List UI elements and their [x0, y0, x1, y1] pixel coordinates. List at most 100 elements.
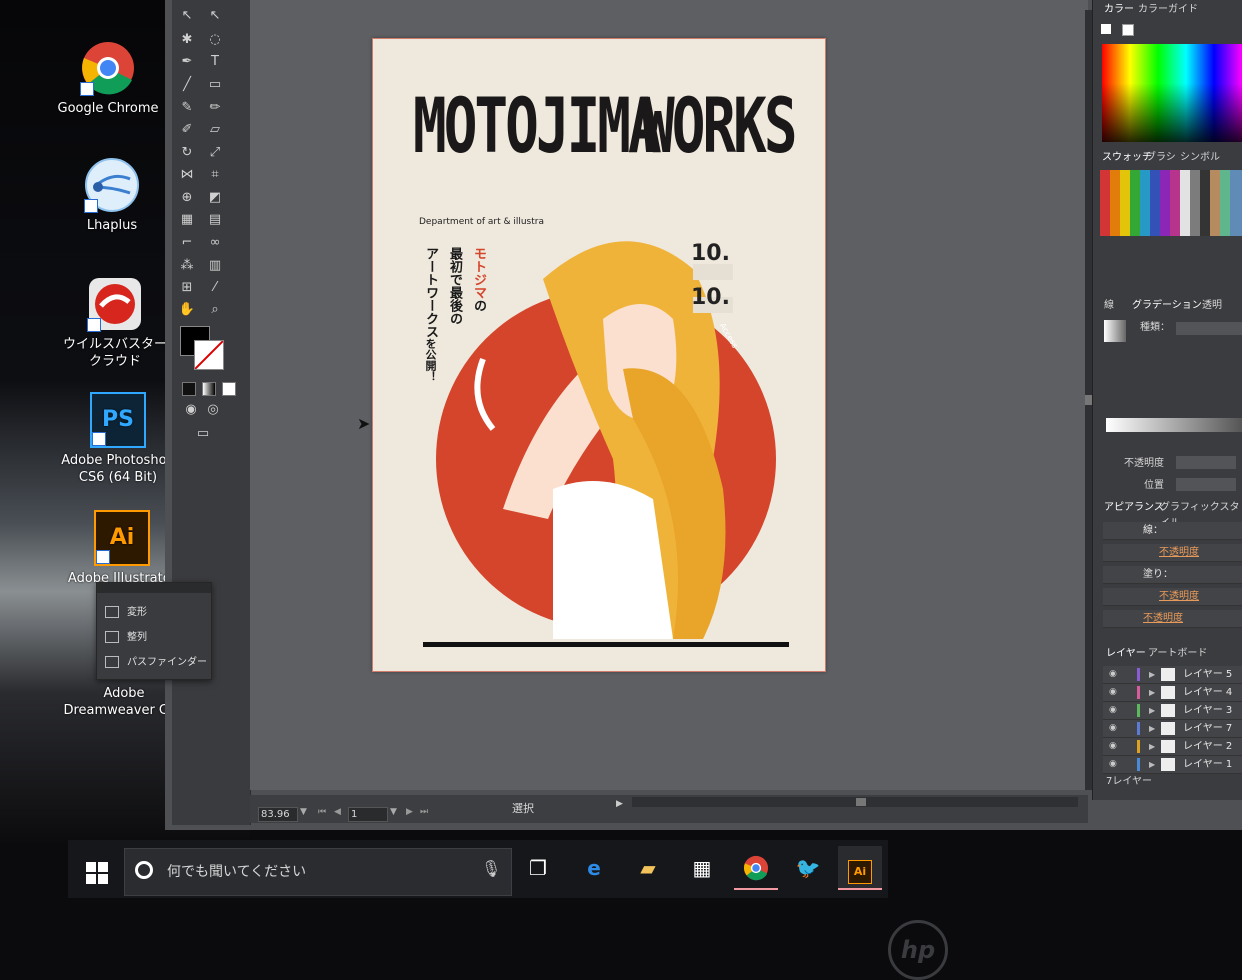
eye-icon[interactable]: ◉: [1109, 702, 1117, 719]
perspective-grid-tool-icon[interactable]: ◩: [204, 188, 226, 208]
free-transform-tool-icon[interactable]: ⌗: [204, 165, 226, 185]
eye-icon[interactable]: ◉: [1109, 756, 1117, 773]
horizontal-scrollbar[interactable]: [632, 797, 1078, 807]
eye-icon[interactable]: ◉: [1109, 720, 1117, 737]
gradient-type-select[interactable]: [1176, 322, 1242, 335]
appearance-row-fill[interactable]: 塗り：: [1103, 566, 1242, 584]
tab-gradient[interactable]: グラデーション: [1132, 298, 1202, 314]
task-view-icon[interactable]: ❐: [516, 846, 560, 890]
tab-artboards[interactable]: アートボード: [1148, 646, 1207, 662]
page-dropdown-icon[interactable]: ▼: [390, 807, 397, 817]
tab-transparency[interactable]: 透明: [1202, 298, 1222, 314]
gradient-opacity-field[interactable]: [1176, 456, 1236, 469]
draw-behind-icon[interactable]: ◎: [202, 400, 224, 420]
panel-item-align[interactable]: 整列: [105, 630, 147, 646]
chrome-taskbar-icon[interactable]: [734, 846, 778, 890]
layer-row[interactable]: ◉ ▶ レイヤー 1: [1103, 756, 1242, 774]
expand-icon[interactable]: ▶: [1149, 720, 1155, 737]
desktop-icon-virusbuster[interactable]: ウイルスバスター クラウド: [55, 276, 175, 370]
expand-icon[interactable]: ▶: [1149, 684, 1155, 701]
artboard-number-field[interactable]: 1: [348, 807, 388, 822]
layer-row[interactable]: ◉ ▶ レイヤー 7: [1103, 720, 1242, 738]
swatch-grid[interactable]: [1100, 170, 1242, 236]
panel-item-pathfinder[interactable]: パスファインダー: [105, 655, 207, 671]
none-mode-button[interactable]: [222, 382, 236, 396]
mesh-tool-icon[interactable]: ▦: [176, 210, 198, 230]
tab-graphic-styles[interactable]: グラフィックスタイル: [1160, 500, 1242, 529]
direct-selection-tool-icon[interactable]: ↖: [204, 6, 226, 26]
tab-layers[interactable]: レイヤー: [1106, 646, 1146, 662]
tab-swatches[interactable]: スウォッチ: [1102, 150, 1152, 166]
artboard[interactable]: MOTOJIMA WORKS Department of art & illus…: [372, 38, 826, 672]
layer-row[interactable]: ◉ ▶ レイヤー 2: [1103, 738, 1242, 756]
status-menu-icon[interactable]: ▶: [616, 799, 623, 809]
cortana-search-box[interactable]: 何でも聞いてください 🎙: [124, 848, 512, 896]
paintbrush-tool-icon[interactable]: ✎: [176, 98, 198, 118]
pencil-tool-icon[interactable]: ✏: [204, 98, 226, 118]
type-tool-icon[interactable]: T: [204, 52, 226, 72]
artboard-tool-icon[interactable]: ⊞: [176, 278, 198, 298]
tab-appearance[interactable]: アピアランス: [1104, 500, 1164, 516]
stroke-color-swatch[interactable]: [194, 340, 224, 370]
status-mode[interactable]: 選択: [512, 800, 534, 816]
tab-color-guide[interactable]: カラーガイド: [1138, 2, 1198, 18]
illustrator-taskbar-icon[interactable]: Ai: [838, 846, 882, 890]
eye-icon[interactable]: ◉: [1109, 738, 1117, 755]
tab-color[interactable]: カラー: [1104, 2, 1134, 18]
eyedropper-tool-icon[interactable]: ⌐: [176, 233, 198, 253]
appearance-row-opacity-3[interactable]: 不透明度: [1103, 610, 1242, 628]
tab-stroke[interactable]: 線: [1104, 298, 1114, 314]
appearance-row-opacity-2[interactable]: 不透明度: [1103, 588, 1242, 606]
expand-icon[interactable]: ▶: [1149, 756, 1155, 773]
twitter-icon[interactable]: 🐦: [786, 846, 830, 890]
selection-tool-icon[interactable]: ↖: [176, 6, 198, 26]
lasso-tool-icon[interactable]: ◌: [204, 30, 226, 50]
pen-tool-icon[interactable]: ✒: [176, 52, 198, 72]
line-tool-icon[interactable]: ╱: [176, 75, 198, 95]
appearance-row-opacity-1[interactable]: 不透明度: [1103, 544, 1242, 562]
appearance-row-stroke[interactable]: 線：: [1103, 522, 1242, 540]
blend-tool-icon[interactable]: ∞: [204, 233, 226, 253]
layer-row[interactable]: ◉ ▶ レイヤー 4: [1103, 684, 1242, 702]
layer-row[interactable]: ◉ ▶ レイヤー 5: [1103, 666, 1242, 684]
color-stroke-icon[interactable]: [1122, 24, 1134, 36]
slice-tool-icon[interactable]: ⁄: [204, 278, 226, 298]
gradient-slider[interactable]: [1106, 418, 1242, 432]
desktop-icon-lhaplus[interactable]: Lhaplus: [52, 157, 172, 234]
last-artboard-icon[interactable]: ⏭: [420, 807, 428, 817]
scrollbar-thumb[interactable]: [856, 798, 866, 806]
width-tool-icon[interactable]: ⋈: [176, 165, 198, 185]
expand-icon[interactable]: ▶: [1149, 738, 1155, 755]
column-graph-tool-icon[interactable]: ▥: [204, 256, 226, 276]
expand-icon[interactable]: ▶: [1149, 666, 1155, 683]
magic-wand-tool-icon[interactable]: ✱: [176, 30, 198, 50]
scale-tool-icon[interactable]: ⤢: [204, 143, 226, 163]
rotate-tool-icon[interactable]: ↻: [176, 143, 198, 163]
blob-brush-tool-icon[interactable]: ✐: [176, 120, 198, 140]
screen-mode-icon[interactable]: ▭: [192, 424, 214, 444]
color-spectrum[interactable]: [1102, 44, 1242, 142]
desktop-icon-photoshop[interactable]: PS Adobe Photoshop CS6 (64 Bit): [58, 392, 178, 486]
panel-item-transform[interactable]: 変形: [105, 605, 147, 621]
file-explorer-icon[interactable]: ▰: [626, 846, 670, 890]
gradient-position-field[interactable]: [1176, 478, 1236, 491]
color-fill-icon[interactable]: [1101, 24, 1111, 34]
next-artboard-icon[interactable]: ▶: [406, 807, 413, 817]
zoom-dropdown-icon[interactable]: ▼: [300, 807, 307, 817]
desktop-icon-chrome[interactable]: Google Chrome: [48, 40, 168, 117]
prev-artboard-icon[interactable]: ◀: [334, 807, 341, 817]
gradient-thumbnail[interactable]: [1104, 320, 1126, 342]
eye-icon[interactable]: ◉: [1109, 666, 1117, 683]
zoom-tool-icon[interactable]: ⌕: [204, 300, 226, 320]
hand-tool-icon[interactable]: ✋: [176, 300, 198, 320]
windows-start-icon[interactable]: [86, 862, 108, 884]
gradient-tool-icon[interactable]: ▤: [204, 210, 226, 230]
layer-row[interactable]: ◉ ▶ レイヤー 3: [1103, 702, 1242, 720]
expand-icon[interactable]: ▶: [1149, 702, 1155, 719]
color-mode-button[interactable]: [182, 382, 196, 396]
floating-panel-header[interactable]: [97, 583, 211, 593]
edge-icon[interactable]: e: [572, 846, 616, 890]
zoom-level-field[interactable]: 83.96: [258, 807, 298, 822]
first-artboard-icon[interactable]: ⏮: [318, 807, 326, 817]
eye-icon[interactable]: ◉: [1109, 684, 1117, 701]
